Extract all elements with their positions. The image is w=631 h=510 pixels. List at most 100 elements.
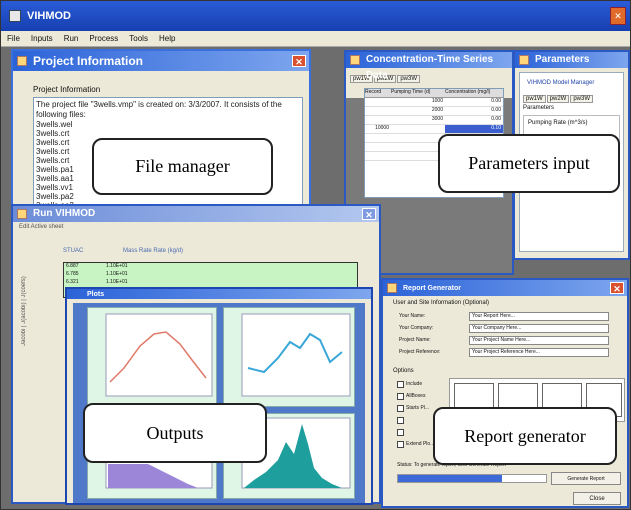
menu-file[interactable]: File (7, 34, 20, 43)
close-icon[interactable]: ✕ (610, 282, 624, 294)
option-label: Include (406, 381, 423, 387)
window-icon (17, 56, 27, 66)
outputs-window-title: Plots (87, 291, 105, 298)
run-window-title: Run VIHMOD (33, 208, 96, 219)
option-label: AllBoxes (406, 393, 426, 399)
table-cell[interactable] (365, 98, 391, 106)
grid-header: Record (365, 89, 382, 95)
option-label: Extend Plo... (406, 441, 435, 447)
checkbox-icon[interactable] (397, 380, 404, 388)
generate-report-button[interactable]: Generate Report (551, 472, 621, 485)
group-label: Project Information (33, 85, 101, 94)
close-icon[interactable]: ✕ (292, 55, 306, 67)
report-window-title: Report Generator (403, 285, 461, 292)
option-checkbox[interactable]: Include (397, 378, 447, 390)
file-list-item[interactable]: 3wells.wel (36, 120, 300, 129)
blue-line-plot (241, 313, 351, 397)
table-cell[interactable] (391, 134, 445, 142)
table-cell[interactable]: 0.00 (445, 98, 503, 106)
menu-tools[interactable]: Tools (129, 34, 148, 43)
table-cell[interactable] (391, 125, 445, 133)
table-cell[interactable] (365, 134, 391, 142)
table-cell[interactable] (365, 143, 391, 151)
table-cell[interactable]: 0.10 (445, 125, 503, 133)
report-group-label: User and Site Information (Optional) (393, 300, 490, 306)
table-row[interactable]: 6.887 1.10E+01 (64, 263, 357, 271)
table-cell[interactable] (391, 143, 445, 151)
field-input[interactable]: Your Project Name Here... (469, 335, 609, 345)
field-label: Your Company: (399, 325, 434, 331)
table-row[interactable]: 6.785 1.10E+01 (64, 271, 357, 279)
project-description: The project file "3wells.vmp" is created… (36, 100, 282, 119)
table-cell: 1.10E+01 (106, 263, 128, 269)
window-icon (17, 209, 27, 219)
menu-run[interactable]: Run (64, 34, 79, 43)
field-input[interactable]: Your Company Here... (469, 323, 609, 333)
table-cell[interactable]: 10000 (365, 125, 391, 133)
project-window-title: Project Information (33, 54, 144, 68)
table-row[interactable]: 10000 0.10 (365, 125, 503, 134)
chart-panel-1[interactable] (87, 307, 217, 407)
column-header: Mass Rate Rate (kg/d) (123, 248, 184, 254)
option-checkbox[interactable]: AllBoxes (397, 390, 447, 402)
table-row[interactable]: 2000 0.00 (365, 107, 503, 116)
field-label: Project Reference: (399, 349, 441, 355)
progress-bar (397, 474, 547, 483)
table-cell[interactable]: 0.00 (445, 116, 503, 124)
file-list-item[interactable]: 3wells.crt (36, 129, 300, 138)
tab-pw1[interactable]: pw1W (523, 95, 546, 103)
run-toolbar: Edit Active sheet (19, 224, 64, 230)
field-input[interactable]: Your Report Here... (469, 311, 609, 321)
grid-header: Pumping Time (d) (391, 89, 431, 95)
tab-pw3[interactable]: pw3W (397, 75, 421, 83)
window-icon (387, 283, 397, 293)
table-cell[interactable] (365, 116, 391, 124)
tab-pw2[interactable]: pw2W (546, 95, 570, 103)
table-cell[interactable] (365, 152, 391, 160)
report-field-row: Project Reference: Your Project Reference… (399, 346, 625, 358)
field-label: Your Name: (399, 313, 426, 319)
option-label: Starts Pl... (406, 405, 430, 411)
table-cell[interactable]: 3000 (391, 116, 445, 124)
close-icon[interactable]: ✕ (362, 208, 376, 220)
table-cell[interactable]: 1000 (391, 98, 445, 106)
table-cell: 1.10E+01 (106, 271, 128, 277)
progress-fill (398, 475, 502, 482)
close-button[interactable]: Close (573, 492, 621, 505)
table-row[interactable]: 3000 0.00 (365, 116, 503, 125)
report-field-row: Your Company: Your Company Here... (399, 322, 625, 334)
checkbox-icon[interactable] (397, 416, 404, 424)
table-cell: 6.887 (66, 263, 79, 269)
callout-outputs: Outputs (83, 403, 267, 463)
table-cell: 6.785 (66, 271, 79, 277)
table-cell: 1.10E+01 (106, 279, 128, 285)
parameters-group-label: Parameters (523, 105, 555, 111)
tab-pw3[interactable]: pw3W (570, 95, 594, 103)
menu-help[interactable]: Help (159, 34, 175, 43)
menu-bar: File Inputs Run Process Tools Help (1, 31, 630, 47)
parameters-window-title: Parameters (535, 54, 590, 65)
checkbox-icon[interactable] (397, 404, 404, 412)
chart-panel-2[interactable] (223, 307, 355, 407)
table-row[interactable]: 6.321 1.10E+01 (64, 279, 357, 287)
checkbox-icon[interactable] (397, 392, 404, 400)
menu-inputs[interactable]: Inputs (31, 34, 53, 43)
menu-process[interactable]: Process (89, 34, 118, 43)
checkbox-icon[interactable] (397, 440, 404, 448)
callout-report-generator: Report generator (433, 407, 617, 465)
checkbox-icon[interactable] (397, 428, 404, 436)
callout-parameters-input: Parameters input (438, 134, 620, 193)
field-label: Project Name: (399, 337, 431, 343)
window-icon (350, 55, 360, 65)
table-cell[interactable] (391, 152, 445, 160)
y-axis-label: Jacobi | J(acobi) | J(coefs) (21, 276, 27, 346)
table-cell[interactable] (365, 107, 391, 115)
field-input[interactable]: Your Project Reference Here... (469, 347, 609, 357)
temperature-curve-plot (105, 313, 213, 397)
report-field-row: Your Name: Your Report Here... (399, 310, 625, 322)
table-row[interactable]: 1000 0.00 (365, 98, 503, 107)
close-icon[interactable]: ✕ (610, 7, 626, 25)
table-cell: 6.321 (66, 279, 79, 285)
table-cell[interactable]: 0.00 (445, 107, 503, 115)
table-cell[interactable]: 2000 (391, 107, 445, 115)
